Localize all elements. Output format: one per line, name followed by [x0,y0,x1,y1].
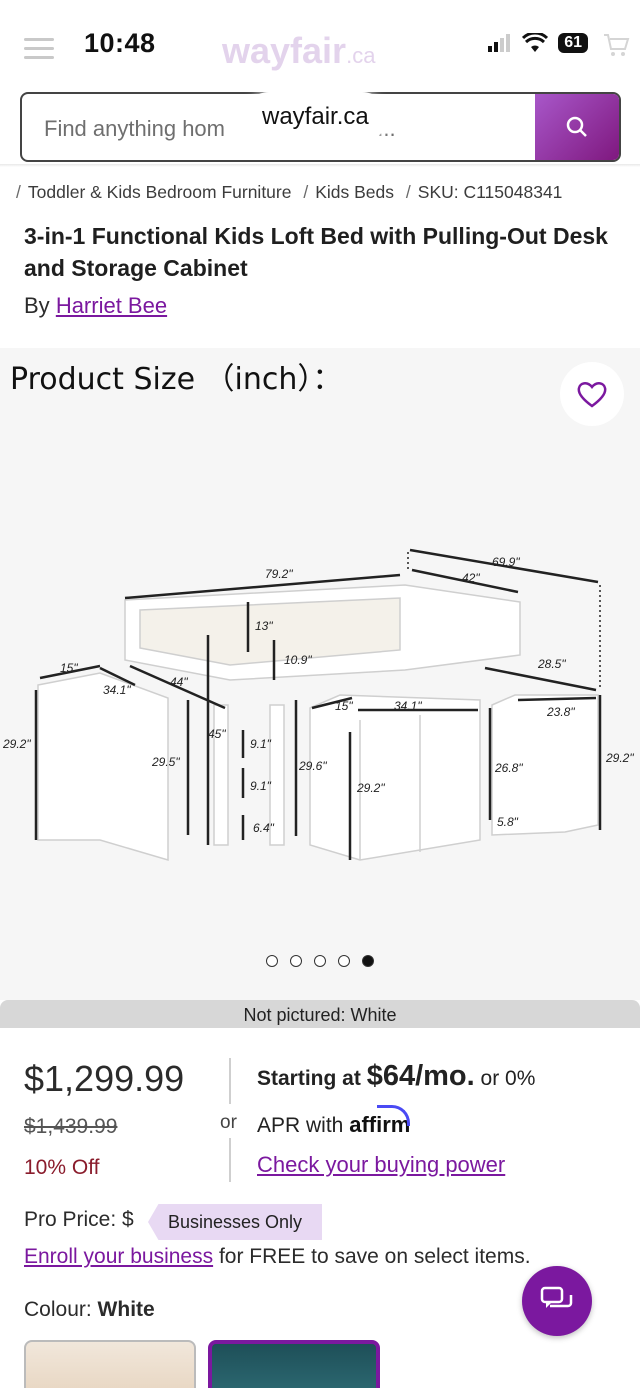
brand-link[interactable]: Harriet Bee [56,293,167,318]
buying-power-link[interactable]: Check your buying power [257,1152,505,1178]
svg-text:15": 15" [60,661,78,675]
image-caption: Product Size （inch）： [10,362,343,397]
breadcrumb-sku: SKU: C115048341 [417,182,563,202]
financing-apr: APR with affirm [257,1112,411,1137]
signal-icon [488,34,511,52]
svg-text:29.2": 29.2" [605,751,634,765]
discount-label: 10% Off [24,1156,100,1179]
header-divider [0,164,640,167]
gallery-dot[interactable] [314,955,326,967]
status-bar: 10:48 wayfair.ca 61 [0,0,640,88]
gallery-dot[interactable] [338,955,350,967]
status-time: 10:48 [84,28,156,58]
svg-text:34.1": 34.1" [103,683,131,697]
svg-text:13": 13" [255,619,273,633]
breadcrumb: / Toddler & Kids Bedroom Furniture / Kids … [16,182,563,202]
colour-swatch-selected[interactable] [208,1340,380,1388]
product-dimension-diagram: 79.2" 69.9" 42" 13" 10.9" 15" 34.1" 44" … [2,548,634,862]
svg-text:44": 44" [170,675,188,689]
not-pictured-note: Not pictured: White [0,1000,640,1028]
svg-text:23.8": 23.8" [546,705,575,719]
enroll-business: Enroll your business for FREE to save on… [24,1245,531,1268]
system-icons: 61 [488,30,588,56]
svg-text:42": 42" [462,571,480,585]
svg-text:15": 15" [335,699,353,713]
enroll-link[interactable]: Enroll your business [24,1245,213,1268]
svg-text:10.9": 10.9" [284,653,312,667]
svg-text:28.5": 28.5" [537,657,566,671]
businesses-only-tag: Businesses Only [148,1204,322,1240]
price-divider [229,1058,231,1104]
svg-text:34.1": 34.1" [394,699,422,713]
svg-text:5.8": 5.8" [497,815,519,829]
svg-text:79.2": 79.2" [265,567,293,581]
svg-text:9.1": 9.1" [250,779,272,793]
svg-text:6.4": 6.4" [253,821,275,835]
gallery-dot-active[interactable] [362,955,374,967]
svg-text:45": 45" [208,727,226,741]
chat-icon [540,1286,573,1308]
svg-text:29.6": 29.6" [298,759,327,773]
svg-text:9.1": 9.1" [250,737,272,751]
product-title: 3-in-1 Functional Kids Loft Bed with Pul… [24,223,608,281]
url-bar[interactable]: wayfair.ca [244,92,387,142]
battery-indicator: 61 [558,33,588,53]
chat-button[interactable] [522,1266,592,1336]
favorite-button[interactable] [560,362,624,426]
svg-text:29.5": 29.5" [151,755,180,769]
wayfair-logo[interactable]: wayfair.ca [222,30,375,72]
svg-text:26.8": 26.8" [494,761,523,775]
gallery-pagination [266,955,374,967]
product-byline: By Harriet Bee [24,293,168,318]
svg-text:69.9": 69.9" [492,555,520,569]
breadcrumb-item[interactable]: Kids Beds [315,182,394,202]
cart-icon[interactable] [602,32,630,58]
svg-text:29.2": 29.2" [2,737,31,751]
colour-selector-label: Colour: White [24,1298,155,1321]
menu-icon[interactable] [24,38,54,59]
search-button[interactable] [535,94,619,160]
heart-icon [577,382,607,408]
gallery-dot[interactable] [290,955,302,967]
gallery-dot[interactable] [266,955,278,967]
svg-text:29.2": 29.2" [356,781,385,795]
sale-price: $1,299.99 [24,1058,185,1099]
or-label: or [220,1112,237,1133]
financing-offer: Starting at $64/mo. or 0% [257,1060,536,1092]
breadcrumb-item[interactable]: Toddler & Kids Bedroom Furniture [28,182,292,202]
colour-swatch[interactable] [24,1340,196,1388]
wifi-icon [522,33,549,52]
search-icon [566,116,587,137]
original-price: $1,439.99 [24,1115,118,1138]
affirm-logo: affirm [349,1112,411,1137]
price-divider [229,1138,231,1182]
pro-price: Pro Price: $ [24,1208,134,1231]
